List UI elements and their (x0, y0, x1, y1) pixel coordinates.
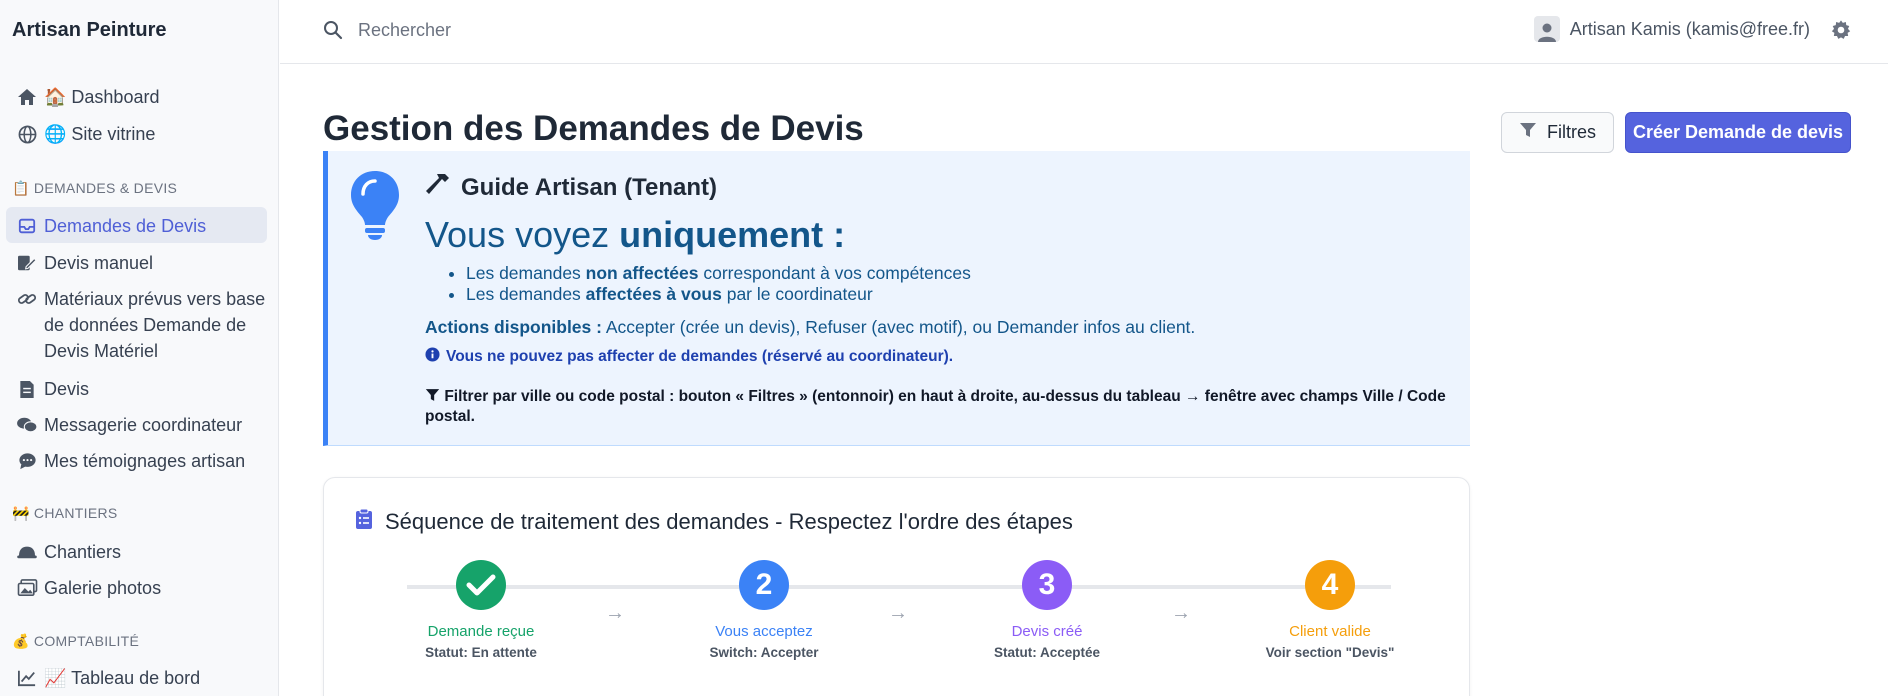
step-number-badge: 3 (1022, 560, 1072, 610)
step-label: Vous acceptez (715, 623, 813, 640)
sidebar-item-label: Messagerie coordinateur (44, 415, 243, 435)
sidebar-item-devis-manuel[interactable]: Devis manuel (6, 252, 267, 276)
link-icon (10, 288, 44, 310)
gear-icon[interactable] (1830, 19, 1852, 46)
images-icon (10, 577, 44, 599)
sidebar-item-label: Matériaux prévus vers base de données De… (44, 289, 266, 361)
sidebar-item-materiaux[interactable]: Matériaux prévus vers base de données De… (6, 288, 266, 364)
sidebar-item-label: Devis (44, 379, 90, 399)
sidebar-item-messagerie[interactable]: Messagerie coordinateur (6, 414, 267, 438)
invoice-icon (10, 378, 44, 400)
sequence-title: Séquence de traitement des demandes - Re… (355, 508, 1073, 536)
guide-title-text: Guide Artisan (Tenant) (461, 173, 718, 201)
sidebar-item-tableau-de-bord[interactable]: 📈 Tableau de bord (6, 667, 267, 691)
step-1: Demande reçue Statut: En attente (381, 560, 581, 660)
sidebar-item-label: Mes témoignages artisan (44, 451, 246, 471)
globe-icon (10, 123, 44, 145)
step-status: Statut: Acceptée (993, 645, 1101, 660)
sidebar-item-label: Galerie photos (44, 578, 162, 598)
sidebar-item-label: Devis manuel (44, 253, 154, 273)
step-label: Client valide (1289, 623, 1371, 640)
edit-document-icon (10, 252, 44, 274)
top-bar: Artisan Kamis (kamis@free.fr) (280, 0, 1888, 64)
step-2: 2 Vous acceptez Switch: Accepter (664, 560, 864, 660)
step-number-badge: 4 (1305, 560, 1355, 610)
info-icon (425, 347, 440, 367)
brand-name[interactable]: Artisan Peinture (12, 19, 166, 42)
step-status: Voir section "Devis" (1265, 645, 1395, 660)
funnel-icon (425, 388, 440, 405)
guide-headline-bold: uniquement : (619, 214, 846, 255)
arrow-icon: → (1171, 602, 1191, 624)
sidebar-item-label: Chantiers (44, 542, 122, 562)
funnel-icon (1519, 122, 1537, 143)
sequence-card: Séquence de traitement des demandes - Re… (323, 477, 1470, 696)
sidebar-item-label: 📈 Tableau de bord (44, 668, 201, 688)
guide-info-text: Vous ne pouvez pas affecter de demandes … (446, 348, 954, 365)
step-label: Devis créé (1011, 623, 1083, 640)
step-label: Demande reçue (427, 623, 535, 640)
comment-icon (10, 450, 44, 472)
hammer-icon (425, 172, 453, 203)
sidebar-item-dashboard[interactable]: 🏠 Dashboard (6, 86, 267, 110)
lightbulb-icon (349, 169, 401, 246)
section-comptabilite: 💰 COMPTABILITÉ (12, 633, 140, 649)
inbox-icon (10, 215, 44, 237)
list-item: Les demandes affectées à vous par le coo… (466, 284, 971, 305)
search-icon (323, 20, 343, 45)
sidebar-item-chantiers[interactable]: Chantiers (6, 541, 267, 565)
sidebar-item-label: Demandes de Devis (44, 216, 207, 236)
page-title: Gestion des Demandes de Devis (323, 109, 864, 148)
sidebar-item-devis[interactable]: Devis (6, 378, 267, 402)
home-icon (10, 86, 44, 108)
step-3: 3 Devis créé Statut: Acceptée (947, 560, 1147, 660)
create-request-button[interactable]: Créer Demande de devis (1625, 112, 1851, 153)
sidebar-item-label: 🌐 Site vitrine (44, 124, 156, 144)
section-chantiers: 🚧 CHANTIERS (12, 505, 118, 521)
filters-button-label: Filtres (1547, 122, 1596, 142)
section-demandes-devis: 📋 DEMANDES & DEVIS (12, 180, 178, 196)
sidebar: Artisan Peinture 🏠 Dashboard 🌐 Site vitr… (0, 0, 279, 696)
guide-filter-note: Filtrer par ville ou code postal : bouto… (425, 388, 1446, 425)
sequence-title-text: Séquence de traitement des demandes - Re… (385, 509, 1073, 534)
filters-button[interactable]: Filtres (1501, 112, 1614, 153)
arrow-icon: → (605, 602, 625, 624)
step-4: 4 Client valide Voir section "Devis" (1230, 560, 1430, 660)
sidebar-item-demandes-de-devis[interactable]: Demandes de Devis (6, 207, 267, 243)
arrow-icon: → (888, 602, 908, 624)
user-menu[interactable]: Artisan Kamis (kamis@free.fr) (1533, 16, 1810, 42)
sidebar-item-site-vitrine[interactable]: 🌐 Site vitrine (6, 123, 267, 147)
check-icon (456, 560, 506, 610)
chart-line-icon (10, 667, 44, 689)
guide-panel: Guide Artisan (Tenant) Vous voyez unique… (323, 151, 1470, 446)
guide-bullets: Les demandes non affectées correspondant… (466, 263, 971, 305)
step-number-badge: 2 (739, 560, 789, 610)
step-status: Switch: Accepter (709, 645, 819, 660)
guide-actions: Actions disponibles : Accepter (crée un … (425, 317, 1196, 337)
clipboard-list-icon (355, 508, 373, 536)
search-input[interactable] (358, 16, 758, 44)
sidebar-item-temoignages[interactable]: Mes témoignages artisan (6, 450, 267, 474)
list-item: Les demandes non affectées correspondant… (466, 263, 971, 284)
user-name: Artisan Kamis (kamis@free.fr) (1569, 18, 1810, 39)
step-status: Statut: En attente (425, 645, 537, 660)
avatar (1533, 16, 1560, 42)
chat-icon (10, 414, 44, 436)
guide-headline: Vous voyez uniquement : (425, 214, 845, 256)
hard-hat-icon (10, 541, 44, 563)
guide-headline-lite: Vous voyez (425, 214, 620, 255)
sidebar-item-label: 🏠 Dashboard (44, 87, 160, 107)
guide-info: Vous ne pouvez pas affecter de demandes … (425, 347, 953, 367)
guide-title: Guide Artisan (Tenant) (425, 172, 717, 203)
sidebar-item-galerie[interactable]: Galerie photos (6, 577, 267, 601)
